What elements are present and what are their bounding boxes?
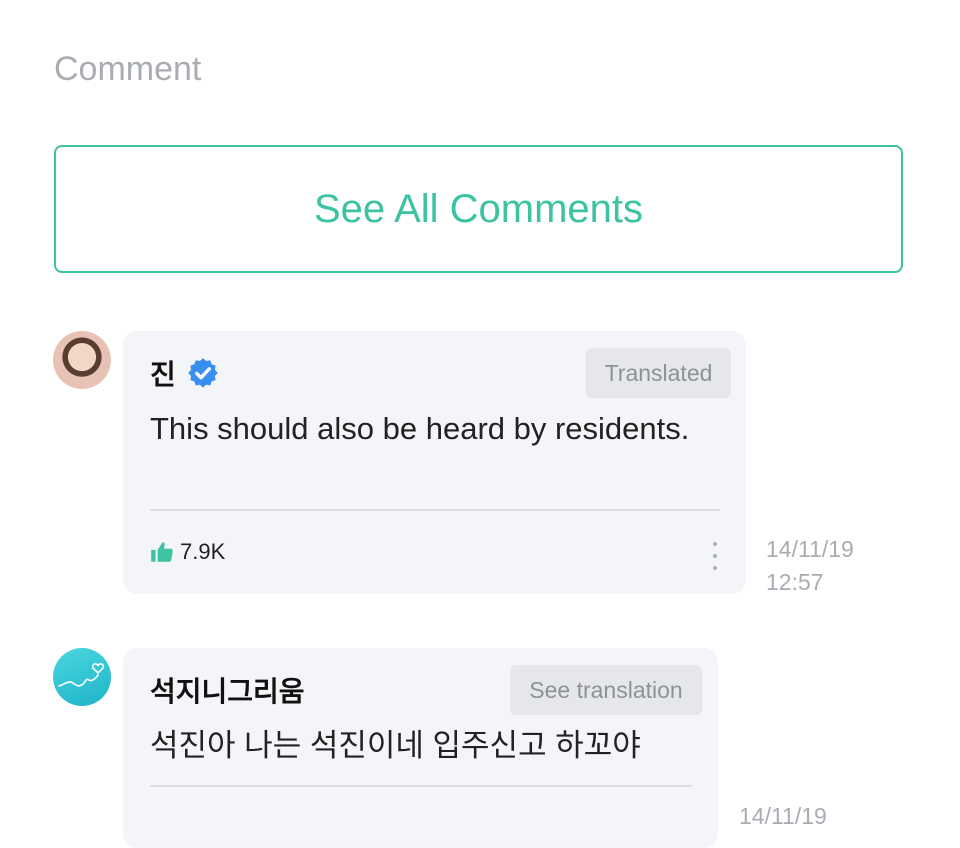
section-title: Comment (54, 50, 202, 88)
comment-date: 14/11/19 (766, 536, 854, 562)
comment-text: This should also be heard by residents. (150, 411, 690, 446)
comment-text: 석진아 나는 석진이네 입주신고 하꼬야 (150, 728, 641, 763)
divider (150, 785, 692, 787)
author-name: 석지니그리움 (150, 676, 305, 707)
comment-author[interactable]: 진 (150, 353, 220, 393)
comment-timestamp: 14/11/19 12:57 (766, 533, 854, 599)
verified-badge-icon (188, 358, 218, 388)
like-count: 7.9K (180, 539, 226, 564)
more-options-icon[interactable] (710, 542, 720, 570)
comment-card: 진 Translated This should also be heard b… (123, 331, 746, 594)
avatar[interactable] (53, 331, 111, 389)
like-button[interactable]: 7.9K (148, 539, 225, 565)
see-translation-button[interactable]: See translation (510, 665, 702, 715)
divider (150, 509, 720, 511)
thumbs-up-icon (151, 542, 173, 562)
see-all-comments-button[interactable]: See All Comments (54, 145, 903, 273)
comment-card: 석지니그리움 See translation 석진아 나는 석진이네 입주신고 … (123, 648, 718, 848)
translated-badge[interactable]: Translated (586, 348, 731, 398)
avatar[interactable] (53, 648, 111, 706)
comment-time: 12:57 (766, 569, 824, 595)
author-name: 진 (150, 359, 176, 390)
comment-author[interactable]: 석지니그리움 (150, 670, 305, 710)
heart-doodle-icon (58, 663, 105, 687)
